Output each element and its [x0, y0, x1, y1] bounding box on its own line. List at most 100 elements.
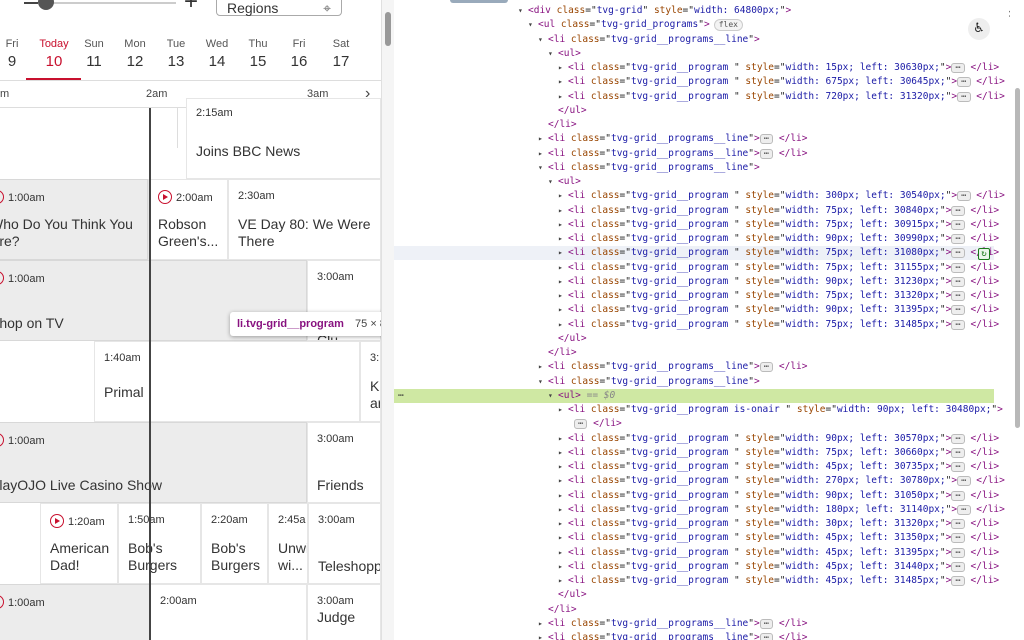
- programme-cell[interactable]: 1:00am: [0, 584, 150, 640]
- expand-arrow-icon[interactable]: ▸: [558, 204, 568, 218]
- expand-arrow-icon[interactable]: ▾: [528, 18, 538, 32]
- programme-cell[interactable]: 2:45a Unwi wi...: [268, 503, 308, 584]
- dom-node-row[interactable]: ▾ <ul class="tvg-grid_programs"> flex: [394, 18, 994, 32]
- dom-node-row[interactable]: ▸ <li class="tvg-grid__program " style="w…: [394, 189, 1005, 203]
- collapsed-children-icon[interactable]: ⋯: [957, 504, 971, 515]
- dom-node-row[interactable]: ▸ <li class="tvg-grid__program " style="w…: [394, 531, 999, 545]
- dom-node-row[interactable]: ▾ <ul>: [394, 47, 994, 61]
- expand-arrow-icon[interactable]: ▸: [558, 531, 568, 545]
- dom-node-row[interactable]: ▸ <li class="tvg-grid__program " style="w…: [394, 90, 1005, 104]
- dom-node-row[interactable]: ▸ <li class="tvg-grid__program " style="w…: [394, 460, 999, 474]
- collapsed-children-icon[interactable]: ⋯: [951, 462, 965, 472]
- dom-node-row[interactable]: ▾ <li class="tvg-grid__programs__line">: [394, 161, 994, 175]
- regions-dropdown[interactable]: Regions ⌖: [216, 0, 342, 16]
- zoom-slider-handle[interactable]: [38, 0, 54, 10]
- expand-arrow-icon[interactable]: ▸: [558, 246, 568, 260]
- dom-node-row[interactable]: ▸ <li class="tvg-grid__program " style="w…: [394, 218, 999, 232]
- dom-node-row[interactable]: ▸ <li class="tvg-grid__program " style="w…: [394, 204, 999, 218]
- play-icon[interactable]: [50, 514, 64, 528]
- dom-node-row[interactable]: ▸ <li class="tvg-grid__program " style="w…: [394, 517, 999, 531]
- expand-arrow-icon[interactable]: ▸: [558, 318, 568, 332]
- expand-arrow-icon[interactable]: ▸: [558, 289, 568, 303]
- collapsed-children-icon[interactable]: ⋯: [957, 77, 971, 88]
- guide-scrollbar-thumb[interactable]: [385, 12, 391, 46]
- guide-scrollbar[interactable]: [381, 0, 394, 640]
- dom-node-row[interactable]: ▸ <li class="tvg-grid__program " style="w…: [394, 275, 999, 289]
- programme-cell[interactable]: 1:50am Bob's Burgers: [118, 503, 201, 584]
- expand-arrow-icon[interactable]: ▸: [558, 546, 568, 560]
- expand-arrow-icon[interactable]: ▸: [558, 474, 568, 488]
- expand-arrow-icon[interactable]: ▸: [538, 360, 548, 374]
- programme-cell[interactable]: 3:00am Friends: [307, 422, 381, 503]
- expand-arrow-icon[interactable]: ▾: [538, 33, 548, 47]
- zoom-out-button[interactable]: [24, 2, 38, 4]
- dom-node-row[interactable]: ▸ <li class="tvg-grid__program " style="w…: [394, 574, 999, 588]
- expand-arrow-icon[interactable]: ▸: [558, 560, 568, 574]
- collapsed-children-icon[interactable]: ⋯: [951, 319, 965, 330]
- expand-arrow-icon[interactable]: ▾: [518, 4, 528, 18]
- expand-arrow-icon[interactable]: ▸: [558, 403, 568, 417]
- programme-cell[interactable]: 2:20am Bob's Burgers: [201, 503, 268, 584]
- expand-arrow-icon[interactable]: ▸: [558, 75, 568, 89]
- day-tab[interactable]: Tue 13: [156, 38, 196, 70]
- dom-node-row[interactable]: ▸ <li class="tvg-grid__program " style="w…: [394, 489, 999, 503]
- dom-node-row[interactable]: ▸ <li class="tvg-grid__programs__line"> ⋯ …: [394, 360, 994, 374]
- collapsed-children-icon[interactable]: ⋯: [951, 490, 965, 501]
- collapsed-children-icon[interactable]: ⋯: [951, 433, 965, 444]
- collapsed-children-icon[interactable]: ⋯: [951, 519, 965, 529]
- devtools-scrollbar[interactable]: [1010, 0, 1024, 640]
- collapsed-children-icon[interactable]: ⋯: [951, 305, 965, 316]
- devtools-scrollbar-thumb[interactable]: [1015, 88, 1020, 428]
- programme-cell[interactable]: 2:30am VE Day 80: We Were There: [228, 179, 381, 260]
- expand-arrow-icon[interactable]: ▸: [538, 132, 548, 146]
- dom-node-row[interactable]: ▸ <li class="tvg-grid__program " style="w…: [394, 246, 999, 261]
- day-tab[interactable]: Sat 17: [321, 38, 361, 70]
- dom-node-row[interactable]: ▸ <li class="tvg-grid__program " style="w…: [394, 474, 1005, 488]
- collapsed-children-icon[interactable]: ⋯: [951, 205, 965, 216]
- dom-node-row[interactable]: ▸ <li class="tvg-grid__program " style="w…: [394, 318, 999, 332]
- dom-node-row[interactable]: ▸ <li class="tvg-grid__program " style="w…: [394, 61, 999, 75]
- dom-node-row[interactable]: ▸ <li class="tvg-grid__program is-onair "…: [394, 403, 1003, 417]
- dom-node-row[interactable]: ▾ <ul> == $0 ⋯: [394, 388, 994, 403]
- expand-arrow-icon[interactable]: ▸: [558, 189, 568, 203]
- expand-arrow-icon[interactable]: ▾: [548, 47, 558, 61]
- node-actions-icon[interactable]: ⋯: [398, 389, 404, 403]
- play-icon[interactable]: [0, 595, 4, 609]
- play-icon[interactable]: [158, 190, 172, 204]
- programme-cell[interactable]: 1:20am American Dad!: [40, 503, 118, 584]
- programme-cell[interactable]: 2:15am Joins BBC News: [186, 98, 381, 179]
- dom-node-row[interactable]: ▸ <li class="tvg-grid__program " style="w…: [394, 432, 999, 446]
- expand-arrow-icon[interactable]: ▸: [558, 275, 568, 289]
- dom-node-row[interactable]: ▸ <li class="tvg-grid__program " style="w…: [394, 75, 1005, 89]
- collapsed-children-icon[interactable]: ⋯: [951, 547, 965, 558]
- programme-cell[interactable]: 3: K ar: [360, 341, 381, 422]
- play-icon[interactable]: [0, 190, 4, 204]
- programme-cell[interactable]: 2:00am: [150, 584, 307, 640]
- collapsed-children-icon[interactable]: ⋯: [951, 447, 965, 458]
- flex-badge[interactable]: flex: [713, 19, 743, 32]
- expand-arrow-icon[interactable]: ▸: [558, 460, 568, 474]
- dom-node-row[interactable]: ▸ <li class="tvg-grid__program " style="w…: [394, 560, 999, 574]
- collapsed-children-icon[interactable]: ⋯: [759, 148, 774, 159]
- collapsed-children-icon[interactable]: ⋯: [957, 91, 971, 102]
- dom-node-row[interactable]: ▸ <li class="tvg-grid__programs__line"> ⋯ …: [394, 147, 994, 161]
- play-icon[interactable]: [0, 271, 4, 285]
- collapsed-children-icon[interactable]: ⋯: [951, 219, 965, 230]
- collapsed-children-icon[interactable]: ⋯: [951, 248, 965, 259]
- expand-arrow-icon[interactable]: ▸: [538, 617, 548, 631]
- zoom-in-button[interactable]: +: [184, 0, 198, 14]
- expand-arrow-icon[interactable]: ▸: [558, 574, 568, 588]
- programme-cell[interactable]: 1:00am Who Do You Think You Are?: [0, 179, 148, 260]
- dom-node-row[interactable]: </ul>: [394, 588, 994, 602]
- day-tab[interactable]: Sun 11: [74, 38, 114, 70]
- collapsed-children-icon[interactable]: ⋯: [951, 533, 965, 544]
- dom-node-row[interactable]: ▾ <ul>: [394, 175, 994, 189]
- dom-node-row[interactable]: </ul>: [394, 104, 994, 118]
- programme-cell[interactable]: 1:40am Primal: [94, 341, 360, 422]
- programme-cell[interactable]: 3:00am Teleshopp: [308, 503, 381, 584]
- expand-arrow-icon[interactable]: ▸: [558, 232, 568, 246]
- collapsed-children-icon[interactable]: ⋯: [759, 633, 774, 640]
- dom-node-row[interactable]: ▾ <li class="tvg-grid__programs__line">: [394, 33, 994, 47]
- collapsed-children-icon[interactable]: ⋯: [951, 576, 965, 586]
- programme-cell[interactable]: 3:00am Judge: [307, 584, 381, 640]
